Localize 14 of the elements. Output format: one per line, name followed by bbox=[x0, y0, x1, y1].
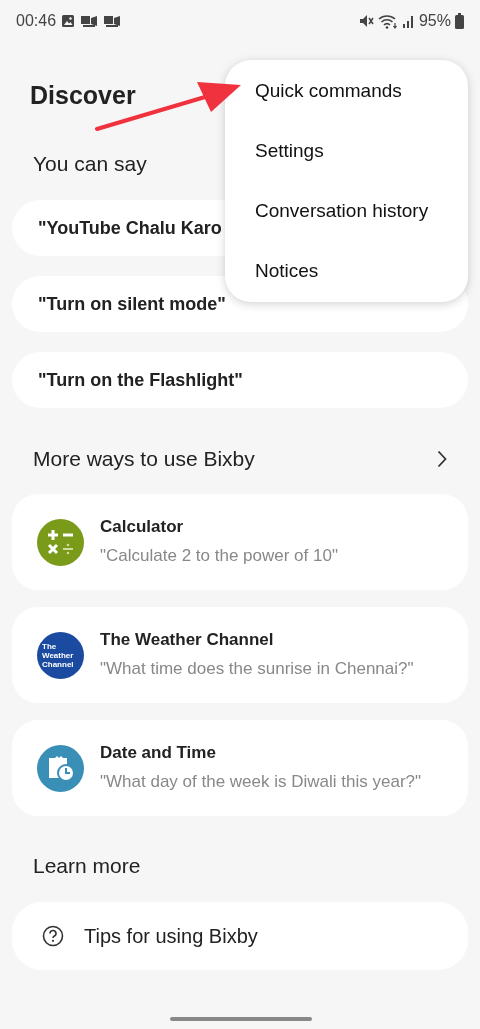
section-heading: You can say bbox=[33, 151, 147, 177]
page-title: Discover bbox=[30, 80, 136, 111]
example-text: "What day of the week is Diwali this year?" bbox=[100, 771, 422, 793]
example-text: "What time does the sunrise in Chennai?" bbox=[100, 658, 414, 680]
tips-label: Tips for using Bixby bbox=[84, 924, 258, 949]
feature-title: The Weather Channel bbox=[100, 630, 275, 650]
weather-logo-icon: The Weather Channel bbox=[37, 631, 84, 679]
section-heading: Learn more bbox=[33, 853, 141, 879]
feature-title: Calculator bbox=[100, 517, 185, 537]
feature-title: Date and Time bbox=[100, 743, 217, 763]
battery-percentage: 95% bbox=[418, 11, 451, 31]
example-text: "Calculate 2 to the power of 10" bbox=[100, 545, 338, 567]
section-heading: More ways to use Bixby bbox=[33, 446, 255, 473]
status-time: 00:46 bbox=[16, 11, 57, 31]
